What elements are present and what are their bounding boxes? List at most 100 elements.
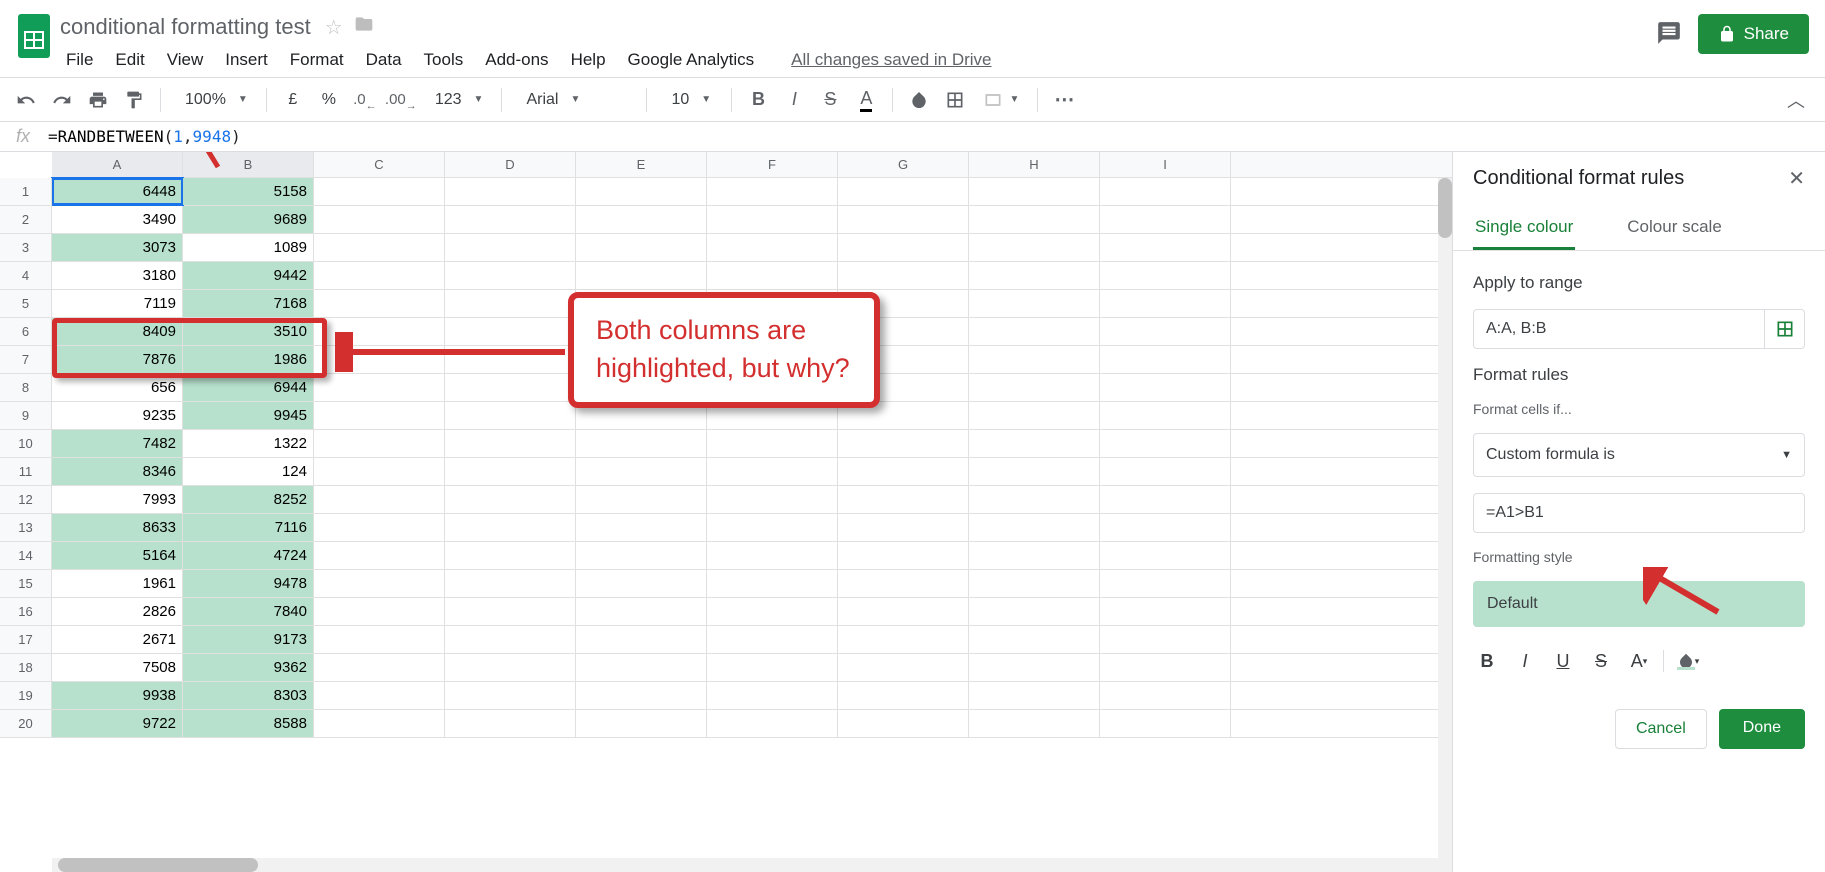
cell-E17[interactable]	[576, 626, 707, 653]
cell-B3[interactable]: 1089	[183, 234, 314, 261]
row-header-8[interactable]: 8	[0, 374, 51, 402]
cell-I2[interactable]	[1100, 206, 1231, 233]
menu-format[interactable]: Format	[280, 46, 354, 74]
cell-C8[interactable]	[314, 374, 445, 401]
cell-D3[interactable]	[445, 234, 576, 261]
cell-D13[interactable]	[445, 514, 576, 541]
cell-A9[interactable]: 9235	[52, 402, 183, 429]
condition-select[interactable]: Custom formula is▼	[1473, 433, 1805, 477]
cell-B5[interactable]: 7168	[183, 290, 314, 317]
cell-C12[interactable]	[314, 486, 445, 513]
fill-color-button[interactable]	[905, 86, 933, 114]
col-header-B[interactable]: B	[183, 152, 314, 177]
cell-H19[interactable]	[969, 682, 1100, 709]
cell-F11[interactable]	[707, 458, 838, 485]
cell-E16[interactable]	[576, 598, 707, 625]
collapse-toolbar-icon[interactable]: ︿	[1787, 87, 1805, 113]
cell-A20[interactable]: 9722	[52, 710, 183, 737]
menu-file[interactable]: File	[56, 46, 103, 74]
vertical-scrollbar[interactable]	[1438, 178, 1452, 872]
formula-rule-input[interactable]: =A1>B1	[1473, 493, 1805, 533]
cell-C9[interactable]	[314, 402, 445, 429]
cell-H16[interactable]	[969, 598, 1100, 625]
row-header-13[interactable]: 13	[0, 514, 51, 542]
row-header-12[interactable]: 12	[0, 486, 51, 514]
cell-B16[interactable]: 7840	[183, 598, 314, 625]
row-header-3[interactable]: 3	[0, 234, 51, 262]
cell-I7[interactable]	[1100, 346, 1231, 373]
cell-H11[interactable]	[969, 458, 1100, 485]
cell-F14[interactable]	[707, 542, 838, 569]
cell-C19[interactable]	[314, 682, 445, 709]
cell-I14[interactable]	[1100, 542, 1231, 569]
cell-H17[interactable]	[969, 626, 1100, 653]
cell-I3[interactable]	[1100, 234, 1231, 261]
redo-button[interactable]	[48, 86, 76, 114]
cell-A5[interactable]: 7119	[52, 290, 183, 317]
cell-F3[interactable]	[707, 234, 838, 261]
cell-I16[interactable]	[1100, 598, 1231, 625]
comment-history-icon[interactable]	[1656, 20, 1682, 49]
col-header-I[interactable]: I	[1100, 152, 1231, 177]
cell-F4[interactable]	[707, 262, 838, 289]
cell-D4[interactable]	[445, 262, 576, 289]
cell-C4[interactable]	[314, 262, 445, 289]
currency-format-button[interactable]: £	[279, 86, 307, 114]
more-toolbar-button[interactable]: ⋯	[1050, 86, 1078, 114]
cell-F16[interactable]	[707, 598, 838, 625]
decrease-decimal-button[interactable]: .0←	[351, 86, 379, 114]
cell-C7[interactable]	[314, 346, 445, 373]
cell-B4[interactable]: 9442	[183, 262, 314, 289]
cell-F13[interactable]	[707, 514, 838, 541]
cell-I17[interactable]	[1100, 626, 1231, 653]
cell-E3[interactable]	[576, 234, 707, 261]
cell-F20[interactable]	[707, 710, 838, 737]
cell-I10[interactable]	[1100, 430, 1231, 457]
style-preview[interactable]: Default	[1473, 581, 1805, 627]
cell-D19[interactable]	[445, 682, 576, 709]
cell-B7[interactable]: 1986	[183, 346, 314, 373]
cell-A14[interactable]: 5164	[52, 542, 183, 569]
more-formats-select[interactable]: 123▼	[423, 91, 490, 109]
cell-A7[interactable]: 7876	[52, 346, 183, 373]
cell-H20[interactable]	[969, 710, 1100, 737]
cell-I15[interactable]	[1100, 570, 1231, 597]
row-header-2[interactable]: 2	[0, 206, 51, 234]
cell-H6[interactable]	[969, 318, 1100, 345]
print-button[interactable]	[84, 86, 112, 114]
cell-C2[interactable]	[314, 206, 445, 233]
cell-F15[interactable]	[707, 570, 838, 597]
style-bold-button[interactable]: B	[1473, 647, 1501, 675]
cell-D18[interactable]	[445, 654, 576, 681]
col-header-D[interactable]: D	[445, 152, 576, 177]
cell-D10[interactable]	[445, 430, 576, 457]
cell-C15[interactable]	[314, 570, 445, 597]
row-header-6[interactable]: 6	[0, 318, 51, 346]
row-header-4[interactable]: 4	[0, 262, 51, 290]
cancel-button[interactable]: Cancel	[1615, 709, 1707, 749]
sheets-logo[interactable]	[12, 8, 56, 64]
col-header-H[interactable]: H	[969, 152, 1100, 177]
star-icon[interactable]: ☆	[325, 15, 343, 40]
spreadsheet-grid[interactable]: ABCDEFGHI 123456789101112131415161718192…	[0, 152, 1453, 872]
cell-D9[interactable]	[445, 402, 576, 429]
tab-colour-scale[interactable]: Colour scale	[1625, 207, 1724, 250]
cell-A3[interactable]: 3073	[52, 234, 183, 261]
cell-C13[interactable]	[314, 514, 445, 541]
cell-I9[interactable]	[1100, 402, 1231, 429]
cell-D5[interactable]	[445, 290, 576, 317]
row-header-17[interactable]: 17	[0, 626, 51, 654]
cell-G12[interactable]	[838, 486, 969, 513]
cell-F17[interactable]	[707, 626, 838, 653]
horizontal-scrollbar[interactable]	[52, 858, 1438, 872]
cell-A13[interactable]: 8633	[52, 514, 183, 541]
cell-I13[interactable]	[1100, 514, 1231, 541]
tab-single-colour[interactable]: Single colour	[1473, 207, 1575, 250]
zoom-select[interactable]: 100%▼	[173, 91, 254, 109]
cell-E1[interactable]	[576, 178, 707, 205]
row-header-18[interactable]: 18	[0, 654, 51, 682]
merge-cells-button[interactable]: ▼	[977, 90, 1025, 110]
cell-H8[interactable]	[969, 374, 1100, 401]
cell-A15[interactable]: 1961	[52, 570, 183, 597]
cell-A4[interactable]: 3180	[52, 262, 183, 289]
